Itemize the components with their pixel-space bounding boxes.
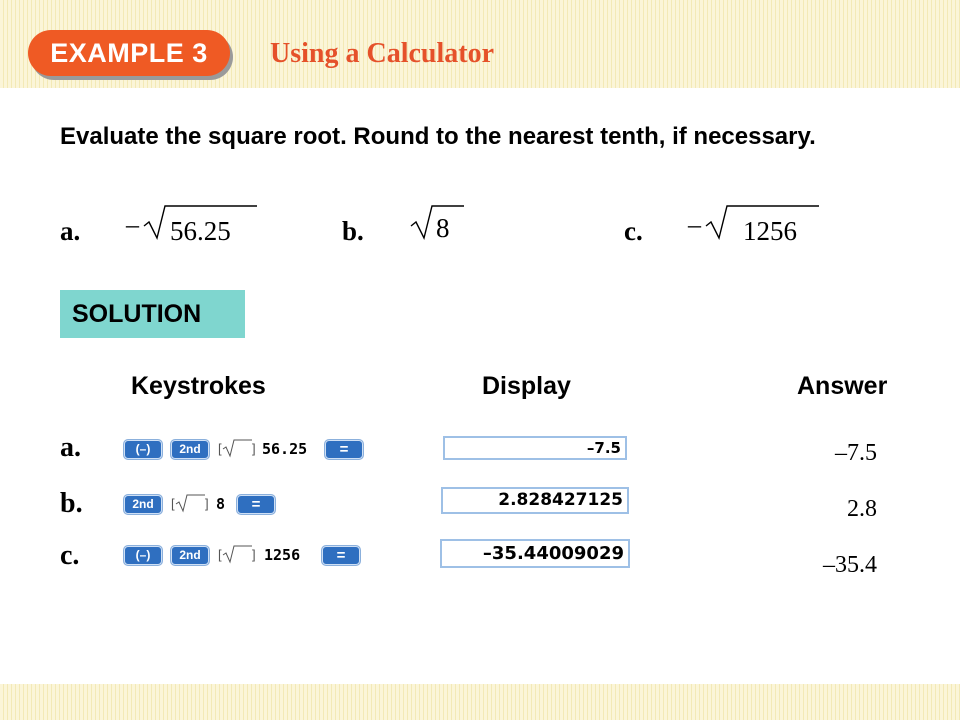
equals-key: = [322,546,360,565]
second-key: 2nd [124,495,162,514]
key-number: 8 [216,495,226,513]
page-title: Using a Calculator [270,38,494,69]
column-header-answer: Answer [797,372,888,400]
radicand: 1256 [743,216,797,246]
second-key: 2nd [171,440,209,459]
answer-value: –7.5 [835,440,877,466]
square-root-key-icon [175,494,205,513]
row-letter: c. [60,540,80,571]
bracket-close: ] [252,441,256,456]
bracket-close: ] [252,547,256,562]
key-number: 56.25 [262,440,308,458]
footer-band [0,684,960,720]
key-number: 1256 [264,546,301,564]
equals-key: = [325,440,363,459]
calculator-display: –7.5 [443,436,627,460]
calculator-display: 2.828427125 [441,487,629,514]
instructions-text: Evaluate the square root. Round to the n… [60,123,816,150]
problem-letter: a. [60,216,81,246]
square-root-key-icon [222,439,252,458]
radicand: 8 [436,213,450,243]
problem-letter: c. [624,216,643,246]
problem-letter: b. [342,216,364,246]
column-header-display: Display [482,372,571,400]
negative-key: (–) [124,440,162,459]
negative-sign: – [688,210,701,239]
equals-key: = [237,495,275,514]
example-badge: EXAMPLE 3 [28,30,230,76]
column-header-keystrokes: Keystrokes [131,372,266,400]
radicand: 56.25 [170,216,231,246]
answer-value: 2.8 [847,496,877,522]
negative-key: (–) [124,546,162,565]
row-letter: b. [60,488,83,519]
square-root-key-icon [222,545,252,564]
negative-sign: – [126,210,139,239]
answer-value: –35.4 [823,552,877,578]
second-key: 2nd [171,546,209,565]
calculator-display: –35.44009029 [440,539,630,568]
row-letter: a. [60,432,81,463]
solution-label: SOLUTION [60,290,245,338]
bracket-close: ] [205,496,209,511]
